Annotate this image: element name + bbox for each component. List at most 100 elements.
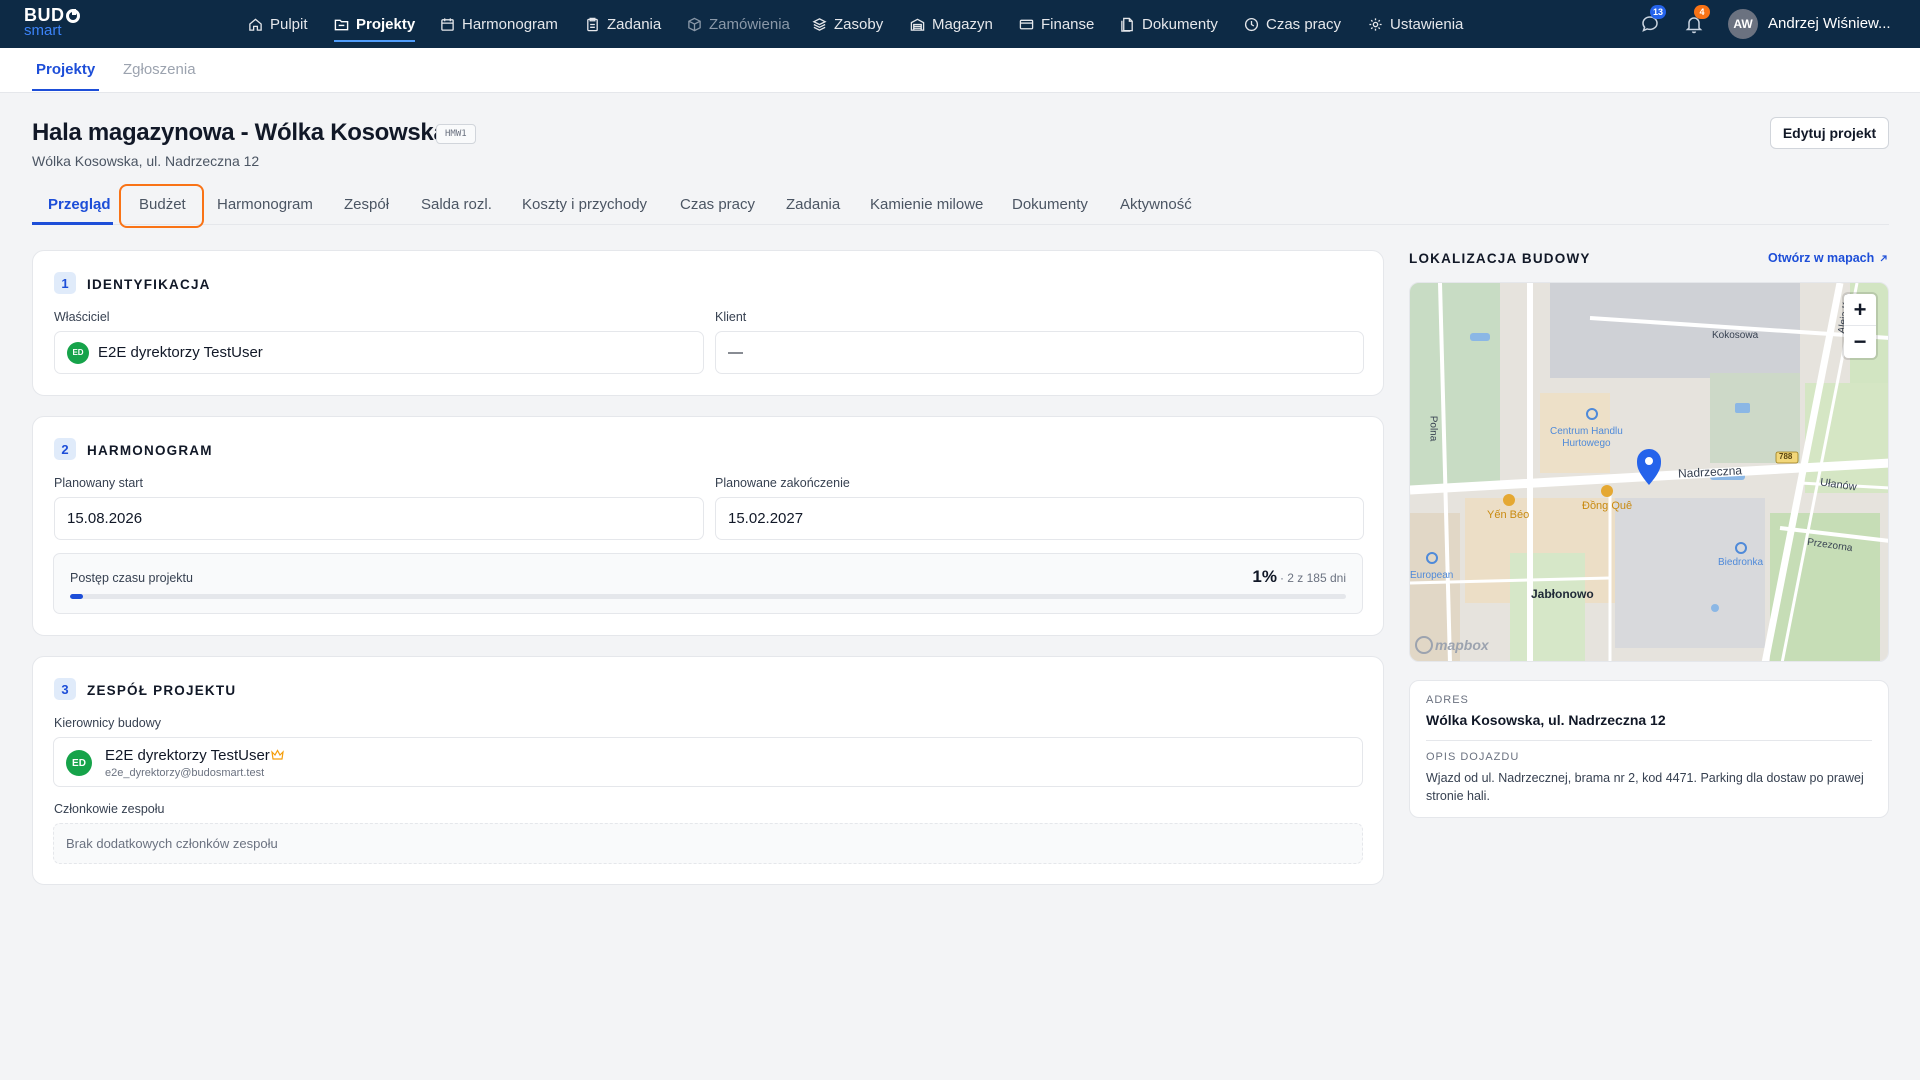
tab-salda[interactable]: Salda rozl. bbox=[421, 196, 492, 213]
members-label: Członkowie zespołu bbox=[54, 802, 165, 816]
subtab-projekty[interactable]: Projekty bbox=[31, 61, 100, 91]
clipboard-icon bbox=[587, 17, 598, 31]
client-label: Klient bbox=[715, 310, 747, 324]
tab-dokumenty[interactable]: Dokumenty bbox=[1012, 196, 1088, 213]
map-label-route: 788 bbox=[1779, 452, 1793, 461]
notifications-button[interactable]: 4 bbox=[1684, 5, 1710, 34]
zoom-out-button[interactable]: − bbox=[1844, 326, 1876, 358]
mapbox-logo: mapbox bbox=[1435, 637, 1489, 653]
location-title: LOKALIZACJA BUDOWY bbox=[1409, 251, 1591, 266]
address-caption: ADRES bbox=[1426, 694, 1469, 706]
start-label: Planowany start bbox=[54, 476, 143, 490]
map-zoom-controls: + − bbox=[1844, 294, 1876, 358]
tab-kamienie[interactable]: Kamienie milowe bbox=[870, 196, 983, 213]
user-avatar[interactable]: AW bbox=[1728, 9, 1758, 39]
end-date-field[interactable]: 15.02.2027 bbox=[715, 497, 1364, 540]
manager-avatar: ED bbox=[66, 750, 92, 776]
map-label-dong-que: Đồng Quê bbox=[1582, 500, 1633, 512]
app-logo[interactable]: BUD smart bbox=[24, 6, 80, 38]
directions-caption: OPIS DOJAZDU bbox=[1426, 751, 1520, 763]
section-title: IDENTYFIKACJA bbox=[87, 277, 211, 292]
end-label: Planowane zakończenie bbox=[715, 476, 850, 490]
nav-item-finanse[interactable]: Finanse bbox=[1019, 0, 1094, 48]
time-progress-panel: Postęp czasu projektu 1% · 2 z 185 dni bbox=[53, 553, 1363, 614]
crown-icon bbox=[271, 749, 284, 760]
home-icon bbox=[249, 17, 262, 31]
owner-name: E2E dyrektorzy TestUser bbox=[98, 344, 263, 361]
members-empty-state: Brak dodatkowych członków zespołu bbox=[53, 823, 1363, 864]
subtab-zgloszenia[interactable]: Zgłoszenia bbox=[123, 61, 196, 78]
identification-card: 1 IDENTYFIKACJA Właściciel ED E2E dyrekt… bbox=[32, 250, 1384, 396]
messages-count-badge: 13 bbox=[1650, 5, 1667, 19]
warehouse-icon bbox=[910, 18, 925, 31]
progress-detail: · 2 z 185 dni bbox=[1279, 571, 1346, 585]
section-title: ZESPÓŁ PROJEKTU bbox=[87, 683, 237, 698]
tabs-divider bbox=[32, 224, 1889, 225]
directions-value: Wjazd od ul. Nadrzecznej, brama nr 2, ko… bbox=[1426, 771, 1864, 803]
progress-bar bbox=[70, 594, 1346, 599]
section-number: 2 bbox=[54, 438, 76, 460]
documents-icon bbox=[1121, 17, 1133, 32]
map-label-european: European bbox=[1410, 570, 1454, 581]
owner-label: Właściciel bbox=[54, 310, 110, 324]
address-card: ADRES Wólka Kosowska, ul. Nadrzeczna 12 … bbox=[1409, 680, 1889, 818]
location-map[interactable]: Kokosowa Aleja Kra Polna Centrum HandluH… bbox=[1409, 282, 1889, 662]
manager-item[interactable]: ED E2E dyrektorzy TestUser e2e_dyrektorz… bbox=[53, 737, 1363, 787]
map-canvas bbox=[1410, 283, 1888, 661]
nav-item-harmonogram[interactable]: Harmonogram bbox=[440, 0, 558, 48]
map-label-polna: Polna bbox=[1427, 415, 1439, 442]
folder-icon bbox=[334, 19, 349, 30]
nav-item-zasoby[interactable]: Zasoby bbox=[812, 0, 883, 48]
messages-button[interactable]: 13 bbox=[1640, 5, 1667, 34]
map-label-jablonowo: Jabłonowo bbox=[1531, 587, 1594, 601]
client-field[interactable]: — bbox=[715, 331, 1364, 374]
nav-item-pulpit[interactable]: Pulpit bbox=[248, 0, 308, 48]
open-maps-link[interactable]: Otwórz w mapach bbox=[1768, 251, 1888, 265]
tab-harmonogram[interactable]: Harmonogram bbox=[217, 196, 313, 213]
progress-percent: 1% bbox=[1252, 567, 1277, 586]
tab-aktywnosc[interactable]: Aktywność bbox=[1120, 196, 1192, 213]
tab-focus-highlight bbox=[119, 184, 204, 228]
map-label-yen-beo: Yến Béo bbox=[1487, 509, 1530, 521]
external-link-icon bbox=[1880, 254, 1887, 261]
tab-zadania[interactable]: Zadania bbox=[786, 196, 840, 213]
nav-item-dokumenty[interactable]: Dokumenty bbox=[1120, 0, 1218, 48]
progress-value: 1% · 2 z 185 dni bbox=[1252, 567, 1346, 587]
wallet-icon bbox=[1019, 19, 1034, 29]
nav-item-ustawienia[interactable]: Ustawienia bbox=[1368, 0, 1463, 48]
address-divider bbox=[1426, 740, 1872, 741]
project-code-badge: HMW1 bbox=[436, 124, 476, 144]
edit-project-button[interactable]: Edytuj projekt bbox=[1770, 117, 1889, 149]
tab-przeglad[interactable]: Przegląd bbox=[48, 196, 111, 213]
gear-icon bbox=[1369, 17, 1382, 31]
tab-koszty[interactable]: Koszty i przychody bbox=[522, 196, 647, 213]
section-number: 1 bbox=[54, 272, 76, 294]
project-address: Wólka Kosowska, ul. Nadrzeczna 12 bbox=[32, 153, 260, 169]
calendar-icon bbox=[441, 17, 454, 31]
zoom-in-button[interactable]: + bbox=[1844, 294, 1876, 326]
page-title: Hala magazynowa - Wólka Kosowska bbox=[32, 119, 447, 146]
open-maps-label: Otwórz w mapach bbox=[1768, 251, 1875, 265]
owner-avatar: ED bbox=[67, 341, 89, 364]
manager-email: e2e_dyrektorzy@budosmart.test bbox=[105, 767, 265, 779]
nav-item-czas-pracy[interactable]: Czas pracy bbox=[1244, 0, 1341, 48]
section-title: HARMONOGRAM bbox=[87, 443, 213, 458]
nav-item-magazyn[interactable]: Magazyn bbox=[910, 0, 993, 48]
tab-zespol[interactable]: Zespół bbox=[344, 196, 389, 213]
tab-czas-pracy[interactable]: Czas pracy bbox=[680, 196, 755, 213]
managers-label: Kierownicy budowy bbox=[54, 716, 161, 730]
top-navbar: BUD smart Pulpit Projekty Harmonogram Za… bbox=[0, 0, 1920, 48]
start-date-field[interactable]: 15.08.2026 bbox=[54, 497, 704, 540]
active-tab-indicator bbox=[32, 222, 113, 225]
layers-icon bbox=[812, 17, 827, 31]
progress-bar-fill bbox=[70, 594, 83, 599]
progress-label: Postęp czasu projektu bbox=[70, 571, 193, 585]
nav-item-zadania[interactable]: Zadania bbox=[585, 0, 661, 48]
nav-item-zamowienia[interactable]: Zamówienia bbox=[687, 0, 790, 48]
notifications-count-badge: 4 bbox=[1694, 5, 1710, 19]
map-label-biedronka: Biedronka bbox=[1718, 557, 1764, 568]
owner-field[interactable]: ED E2E dyrektorzy TestUser bbox=[54, 331, 704, 374]
nav-item-projekty[interactable]: Projekty bbox=[334, 0, 416, 48]
user-name[interactable]: Andrzej Wiśniew... bbox=[1768, 15, 1891, 32]
sub-navbar: Projekty Zgłoszenia bbox=[0, 48, 1920, 93]
